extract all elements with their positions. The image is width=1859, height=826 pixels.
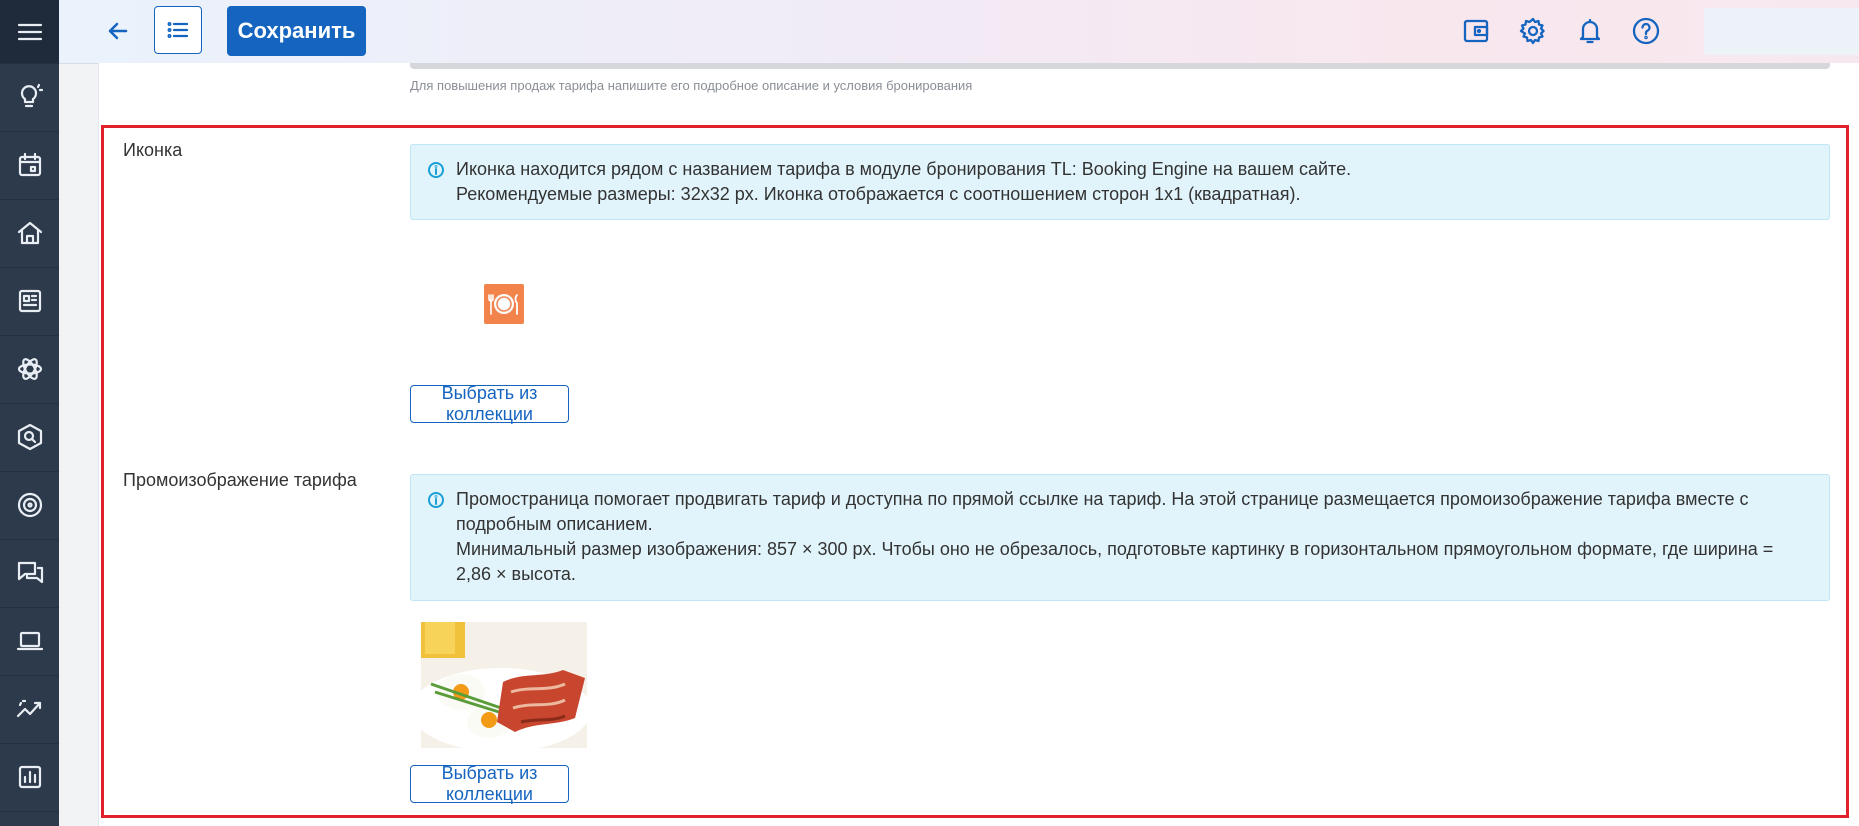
settings-button[interactable] bbox=[1515, 13, 1551, 49]
sidebar-item-website[interactable] bbox=[0, 607, 59, 676]
icon-info-box: Иконка находится рядом с названием тариф… bbox=[410, 144, 1830, 220]
atom-icon bbox=[17, 358, 42, 380]
bell-icon bbox=[1579, 18, 1601, 44]
wallet-icon bbox=[1463, 19, 1489, 43]
sidebar-item-dashboard[interactable] bbox=[0, 267, 59, 336]
sidebar-item-messages[interactable] bbox=[0, 539, 59, 608]
calendar-icon bbox=[18, 152, 41, 177]
sidebar-item-target[interactable] bbox=[0, 471, 59, 540]
promo-info-line: Промостраница помогает продвигать тариф … bbox=[456, 489, 1749, 534]
description-field-bottom[interactable] bbox=[410, 63, 1830, 69]
dashboard-icon bbox=[18, 289, 41, 313]
list-button[interactable] bbox=[154, 6, 202, 54]
icon-info-line: Иконка находится рядом с названием тариф… bbox=[456, 159, 1352, 179]
promo-section-label: Промоизображение тарифа bbox=[123, 470, 357, 490]
info-icon bbox=[427, 161, 445, 179]
home-icon bbox=[17, 221, 42, 245]
sidebar-item-search[interactable] bbox=[0, 403, 59, 472]
info-icon bbox=[427, 491, 445, 509]
back-button[interactable] bbox=[99, 12, 137, 50]
target-icon bbox=[17, 492, 42, 518]
promo-info-line: Минимальный размер изображения: 857 × 30… bbox=[456, 539, 1774, 584]
sidebar-item-property[interactable] bbox=[0, 199, 59, 268]
sidebar bbox=[0, 0, 59, 826]
sidebar-item-analytics[interactable] bbox=[0, 675, 59, 744]
sidebar-item-reports[interactable] bbox=[0, 743, 59, 812]
icon-section-label: Иконка bbox=[123, 140, 183, 160]
description-hint: Для повышения продаж тарифа напишите его… bbox=[410, 78, 973, 93]
trend-icon bbox=[16, 699, 41, 718]
save-button[interactable]: Сохранить bbox=[227, 6, 366, 56]
sidebar-item-calendar[interactable] bbox=[0, 131, 59, 200]
plate-cutlery-icon bbox=[488, 294, 518, 315]
promo-info-box: Промостраница помогает продвигать тариф … bbox=[410, 474, 1830, 601]
choose-icon-from-collection-button[interactable]: Выбрать из коллекции bbox=[410, 383, 569, 424]
laptop-icon bbox=[16, 631, 43, 651]
search-hex-icon bbox=[17, 423, 42, 451]
top-bar: Сохранить bbox=[59, 0, 1859, 64]
user-menu[interactable] bbox=[1704, 8, 1859, 55]
gear-icon bbox=[1519, 17, 1545, 45]
promo-image-preview bbox=[421, 622, 587, 748]
lightbulb-icon bbox=[20, 83, 43, 108]
icon-info-line: Рекомендуемые размеры: 32х32 px. Иконка … bbox=[456, 184, 1301, 204]
sidebar-item-ideas[interactable] bbox=[0, 63, 59, 132]
chat-icon bbox=[17, 561, 43, 584]
help-icon bbox=[1632, 17, 1660, 45]
highlight-frame bbox=[101, 125, 1849, 818]
menu-icon bbox=[17, 23, 42, 40]
choose-promo-from-collection-button[interactable]: Выбрать из коллекции bbox=[410, 763, 569, 804]
breakfast-image bbox=[421, 622, 587, 748]
arrow-left-icon bbox=[108, 22, 128, 40]
notifications-button[interactable] bbox=[1572, 13, 1608, 49]
list-icon bbox=[167, 22, 189, 38]
sidebar-item-integrations[interactable] bbox=[0, 335, 59, 404]
wallet-button[interactable] bbox=[1458, 13, 1494, 49]
help-button[interactable] bbox=[1628, 13, 1664, 49]
bar-chart-icon bbox=[18, 765, 41, 789]
menu-button[interactable] bbox=[0, 0, 59, 64]
tariff-icon-preview bbox=[484, 284, 524, 324]
